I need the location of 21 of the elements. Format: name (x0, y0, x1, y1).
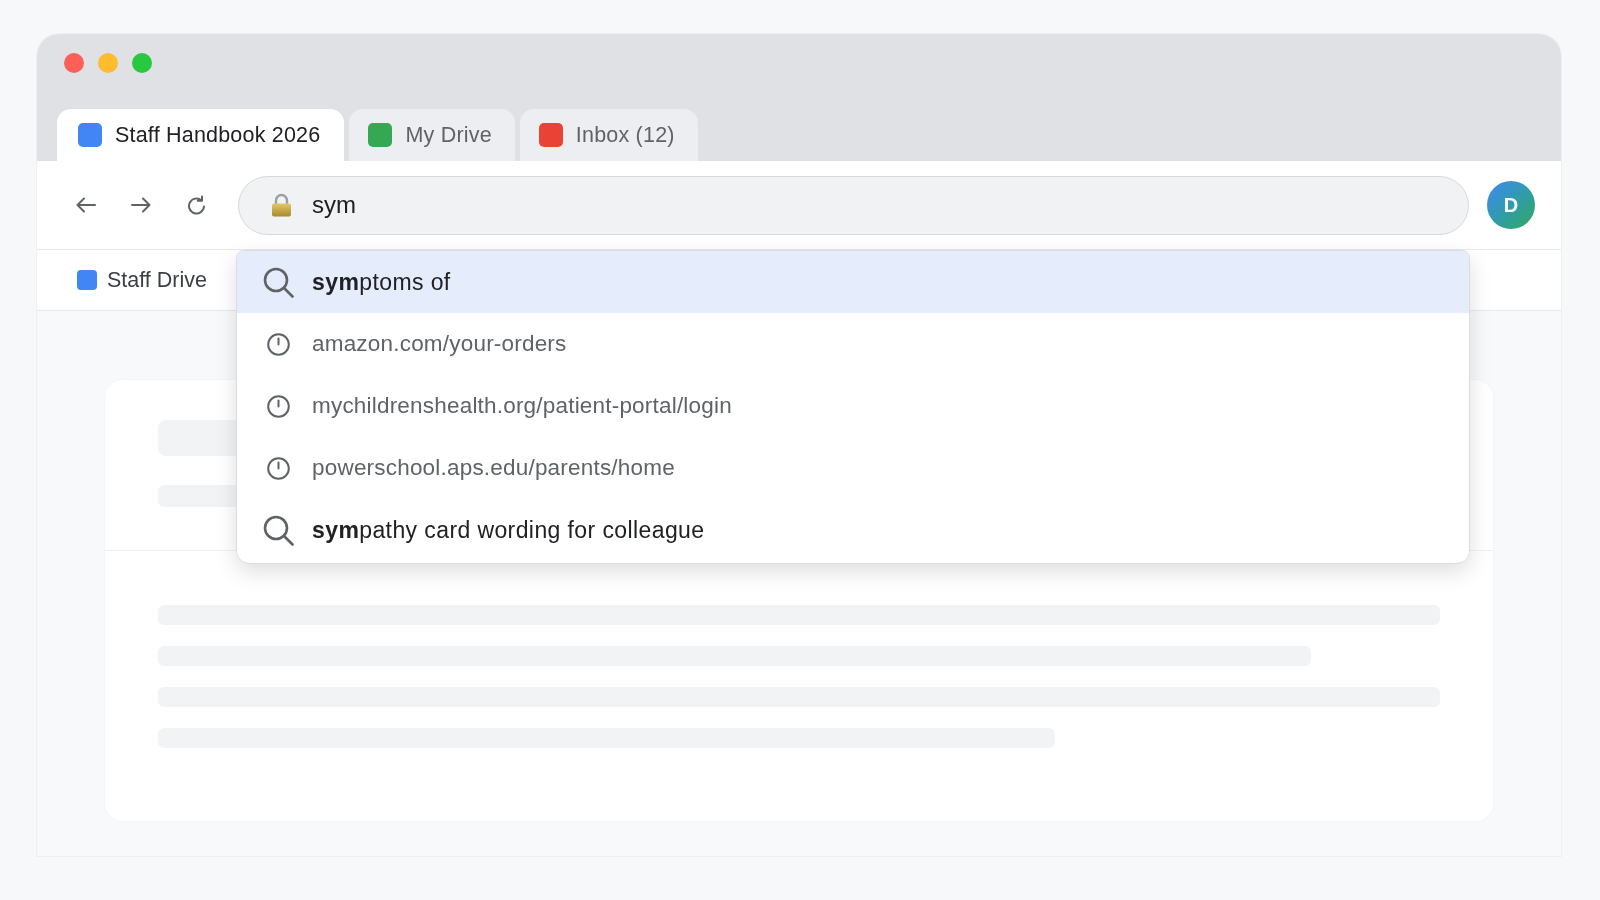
favicon-icon (77, 270, 97, 290)
clock-icon (266, 332, 290, 356)
tab[interactable]: My Drive (349, 109, 515, 161)
suggestion-item[interactable]: mychildrenshealth.org/patient-portal/login (237, 375, 1469, 437)
profile-avatar[interactable]: D (1487, 181, 1535, 229)
suggestion-item[interactable]: symptoms of (237, 251, 1469, 313)
suggestion-item[interactable]: powerschool.aps.edu/parents/home (237, 437, 1469, 499)
clock-icon (266, 456, 290, 480)
search-icon (262, 514, 294, 546)
forward-arrow-icon (131, 197, 151, 213)
address-bar[interactable]: sym (238, 175, 1469, 235)
padlock-icon (271, 193, 292, 217)
suggestion-item[interactable]: sympathy card wording for colleague (237, 499, 1469, 561)
bookmark-item[interactable]: Staff Drive (69, 259, 215, 301)
tab[interactable]: Staff Handbook 2026 (57, 109, 345, 161)
reload-icon (186, 195, 206, 215)
suggestion-item[interactable]: amazon.com/your-orders (237, 313, 1469, 375)
clock-icon (266, 394, 290, 418)
tab[interactable]: Inbox (12) (519, 109, 698, 161)
back-arrow-icon (76, 197, 96, 213)
search-icon (262, 266, 294, 298)
